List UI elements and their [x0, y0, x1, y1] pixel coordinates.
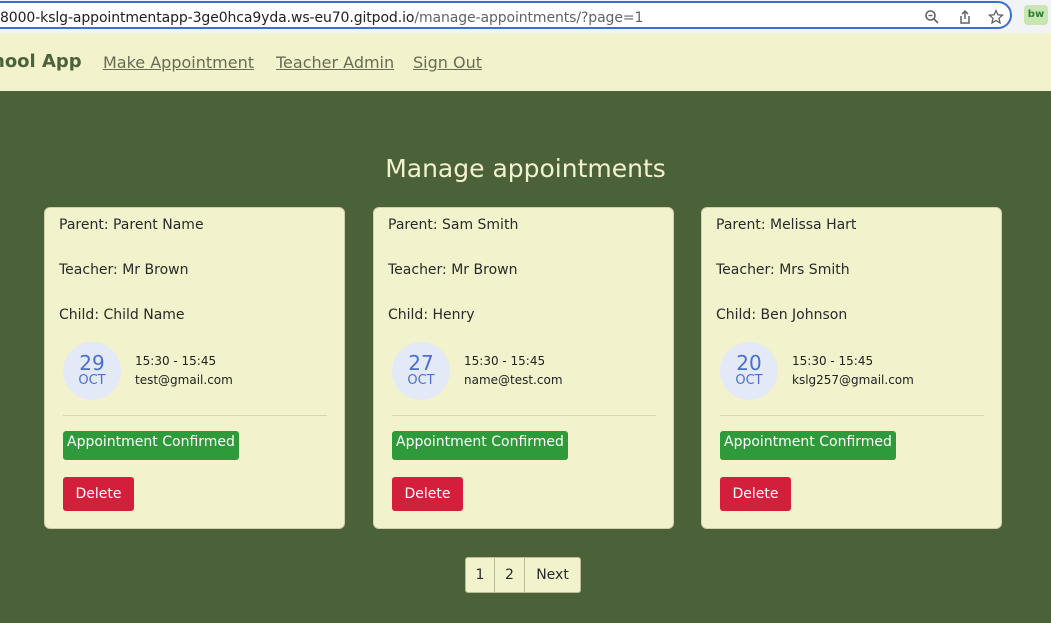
- browser-toolbar: 8000-kslg-appointmentapp-3ge0hca9yda.ws-…: [0, 0, 1051, 33]
- star-icon[interactable]: [987, 8, 1005, 27]
- teacher-name: Teacher: Mr Brown: [59, 262, 189, 278]
- time-slot: 15:30 - 15:45: [792, 354, 874, 368]
- pagination: 1 2 Next: [465, 557, 581, 593]
- time-slot: 15:30 - 15:45: [464, 354, 546, 368]
- status-badge: Appointment Confirmed: [63, 431, 239, 460]
- url-text[interactable]: 8000-kslg-appointmentapp-3ge0hca9yda.ws-…: [0, 10, 643, 26]
- appointment-card: Parent: Parent Name Teacher: Mr Brown Ch…: [44, 207, 345, 529]
- next-page-link[interactable]: Next: [525, 558, 580, 592]
- status-badge: Appointment Confirmed: [720, 431, 896, 460]
- divider: [720, 415, 984, 416]
- date-day: 27: [408, 351, 434, 375]
- extension-icon[interactable]: bw: [1024, 5, 1048, 25]
- appointment-card: Parent: Sam Smith Teacher: Mr Brown Chil…: [373, 207, 674, 529]
- date-badge: 27 OCT: [392, 342, 450, 400]
- date-month: OCT: [407, 373, 435, 388]
- child-name: Child: Child Name: [59, 307, 185, 323]
- child-name: Child: Henry: [388, 307, 475, 323]
- page-title: Manage appointments: [385, 154, 666, 183]
- date-day: 29: [79, 351, 105, 375]
- delete-button[interactable]: Delete: [720, 477, 791, 511]
- parent-name: Parent: Melissa Hart: [716, 217, 857, 233]
- date-day: 20: [736, 351, 762, 375]
- url-host: 8000-kslg-appointmentapp-3ge0hca9yda.ws-…: [0, 10, 415, 26]
- appointment-card: Parent: Melissa Hart Teacher: Mrs Smith …: [701, 207, 1002, 529]
- brand-logo[interactable]: hool App: [0, 51, 82, 72]
- url-path: /manage-appointments/?page=1: [414, 10, 644, 26]
- nav-sign-out[interactable]: Sign Out: [413, 53, 482, 72]
- date-badge: 29 OCT: [63, 342, 121, 400]
- teacher-name: Teacher: Mr Brown: [388, 262, 518, 278]
- delete-button[interactable]: Delete: [392, 477, 463, 511]
- date-badge: 20 OCT: [720, 342, 778, 400]
- date-month: OCT: [735, 373, 763, 388]
- contact-email: test@gmail.com: [135, 373, 233, 387]
- share-icon[interactable]: [956, 9, 974, 27]
- time-slot: 15:30 - 15:45: [135, 354, 217, 368]
- delete-button[interactable]: Delete: [63, 477, 134, 511]
- page-2-link[interactable]: 2: [495, 558, 525, 592]
- nav-teacher-admin[interactable]: Teacher Admin: [276, 53, 394, 72]
- page-1-link[interactable]: 1: [466, 558, 495, 592]
- nav-make-appointment[interactable]: Make Appointment: [103, 53, 254, 72]
- status-badge: Appointment Confirmed: [392, 431, 568, 460]
- navbar: hool App Make Appointment Teacher Admin …: [0, 33, 1051, 91]
- contact-email: kslg257@gmail.com: [792, 373, 914, 387]
- parent-name: Parent: Parent Name: [59, 217, 204, 233]
- date-month: OCT: [78, 373, 106, 388]
- teacher-name: Teacher: Mrs Smith: [716, 262, 850, 278]
- child-name: Child: Ben Johnson: [716, 307, 848, 323]
- contact-email: name@test.com: [464, 373, 563, 387]
- divider: [392, 415, 656, 416]
- zoom-icon[interactable]: [923, 9, 941, 27]
- parent-name: Parent: Sam Smith: [388, 217, 519, 233]
- divider: [63, 415, 327, 416]
- address-bar[interactable]: 8000-kslg-appointmentapp-3ge0hca9yda.ws-…: [0, 1, 1012, 29]
